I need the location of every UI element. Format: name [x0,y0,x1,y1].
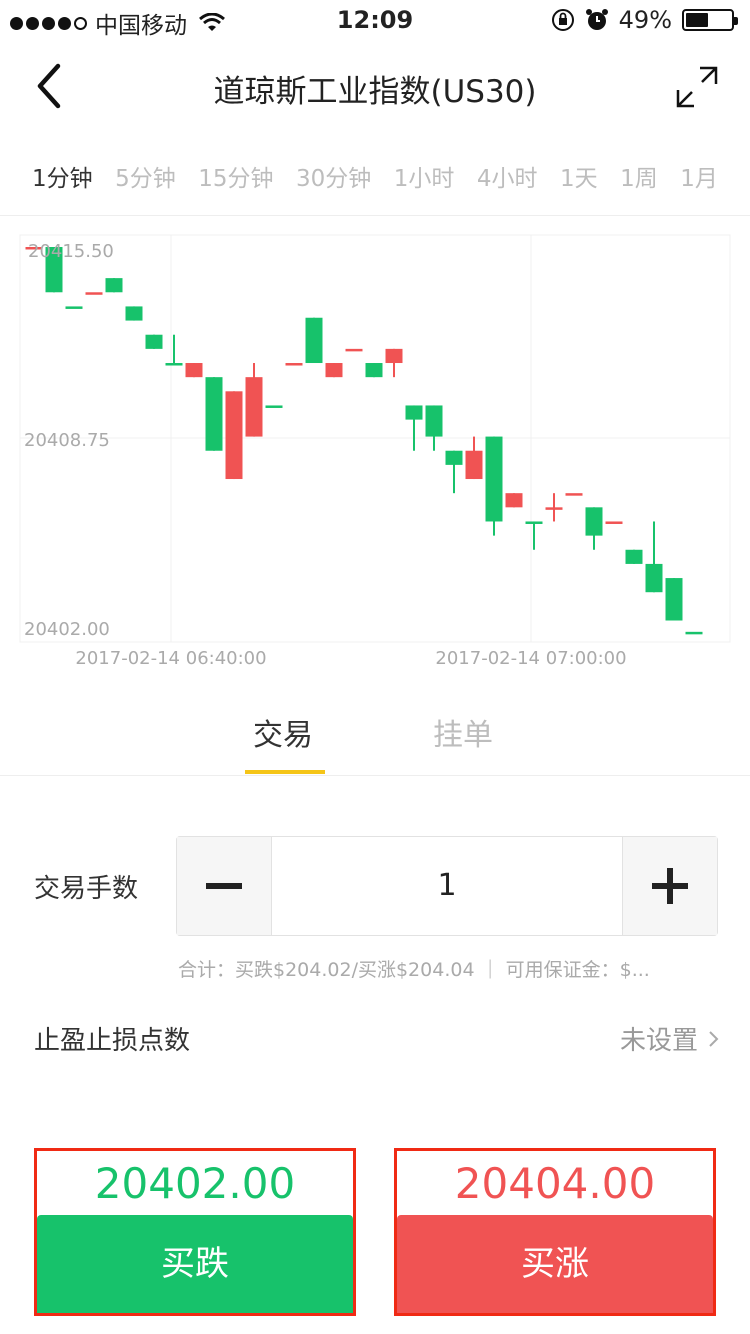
candle-body [445,450,463,465]
candle-body [645,563,663,593]
candle-body [505,493,523,508]
candle-body [605,521,623,524]
candle-body [625,549,643,564]
active-tab-indicator [245,770,325,774]
period-tab-4h[interactable]: 4小时 [477,159,538,193]
candle-body [425,405,443,437]
candle-body [585,507,603,536]
battery-percent: 49% [618,6,672,34]
candle-body [405,405,423,420]
period-tabs: 1分钟 5分钟 15分钟 30分钟 1小时 4小时 1天 1周 1月 [0,140,750,212]
sell-price: 20402.00 [94,1159,296,1208]
candles [25,247,703,635]
expand-icon [676,66,718,108]
cost-summary: 合计：买跌$204.02/买涨$204.04 ｜ 可用保证金：$... [178,959,650,981]
x-tick-label: 2017-02-14 06:40:00 [75,648,266,669]
candle-body [485,436,503,522]
decrease-button[interactable] [177,837,272,935]
period-tab-1h[interactable]: 1小时 [394,159,455,193]
buy-price: 20404.00 [454,1159,656,1208]
sell-panel: 20402.00 买跌 [34,1148,356,1316]
candle-body [565,493,583,496]
tab-pending-order[interactable]: 挂单 [433,710,493,754]
candle-body [65,306,83,309]
divider [0,215,750,216]
period-tab-15m[interactable]: 15分钟 [198,159,273,193]
sltp-value: 未设置 [619,1026,698,1056]
candle-body [685,631,703,635]
candle-body [245,377,263,437]
increase-button[interactable] [622,837,717,935]
x-tick-label: 2017-02-14 07:00:00 [435,648,626,669]
candle-body [265,405,283,408]
candle-body [205,377,223,451]
candle-body [85,292,103,295]
status-right: 49% [551,6,738,34]
fullscreen-button[interactable] [672,62,722,112]
candle-body [165,363,183,366]
chevron-right-icon [709,1030,719,1047]
divider [0,775,750,776]
sltp-setting[interactable]: 未设置 [620,1020,720,1057]
period-tab-1w[interactable]: 1周 [620,159,658,193]
buy-up-button[interactable]: 买涨 [397,1215,713,1313]
rotation-lock-icon [551,9,574,31]
candle-body [125,306,143,321]
period-tab-30m[interactable]: 30分钟 [296,159,371,193]
period-tab-1mo[interactable]: 1月 [680,159,718,193]
candle-body [225,391,243,480]
buy-panel: 20404.00 买涨 [394,1148,716,1316]
buy-down-button[interactable]: 买跌 [37,1215,353,1313]
alarm-icon [585,9,608,30]
page-title: 道琼斯工业指数(US30) [213,74,537,110]
chevron-left-icon [37,63,61,109]
candle-body [185,363,203,378]
y-tick-label: 20408.75 [24,430,110,451]
candle-body [665,578,683,621]
battery-level [686,13,708,27]
quantity-stepper: 1 [176,836,718,936]
candle-body [365,363,383,378]
candle-body [465,450,483,480]
period-tab-1d[interactable]: 1天 [560,159,598,193]
sltp-label: 止盈止损点数 [34,1026,191,1056]
tab-trade[interactable]: 交易 [253,710,313,754]
candle-body [285,363,303,366]
candlestick-chart[interactable]: 20415.50 20408.75 20402.00 2017-02-14 06… [0,225,750,680]
y-tick-label: 20415.50 [28,241,114,262]
candle-body [305,317,323,364]
candle-body [385,348,403,364]
lots-value[interactable]: 1 [272,837,622,935]
status-bar: 中国移动 12:09 49% [0,0,750,40]
candle-body [105,278,123,293]
period-tab-5m[interactable]: 5分钟 [115,159,176,193]
candle-body [145,334,163,349]
back-button[interactable] [24,60,76,112]
battery-icon [682,9,738,31]
candle-body [525,521,543,524]
candle-body [345,348,363,352]
candle-body [545,507,563,510]
chart-svg: 20415.50 20408.75 20402.00 2017-02-14 06… [19,234,731,669]
candle-body [325,363,343,378]
period-tab-1m[interactable]: 1分钟 [32,159,93,193]
trade-tabs: 交易 挂单 [0,700,750,776]
minus-icon [206,883,242,889]
lots-label: 交易手数 [34,874,139,904]
plus-icon [652,868,688,904]
y-tick-label: 20402.00 [24,619,110,640]
nav-bar: 道琼斯工业指数(US30) [0,40,750,130]
